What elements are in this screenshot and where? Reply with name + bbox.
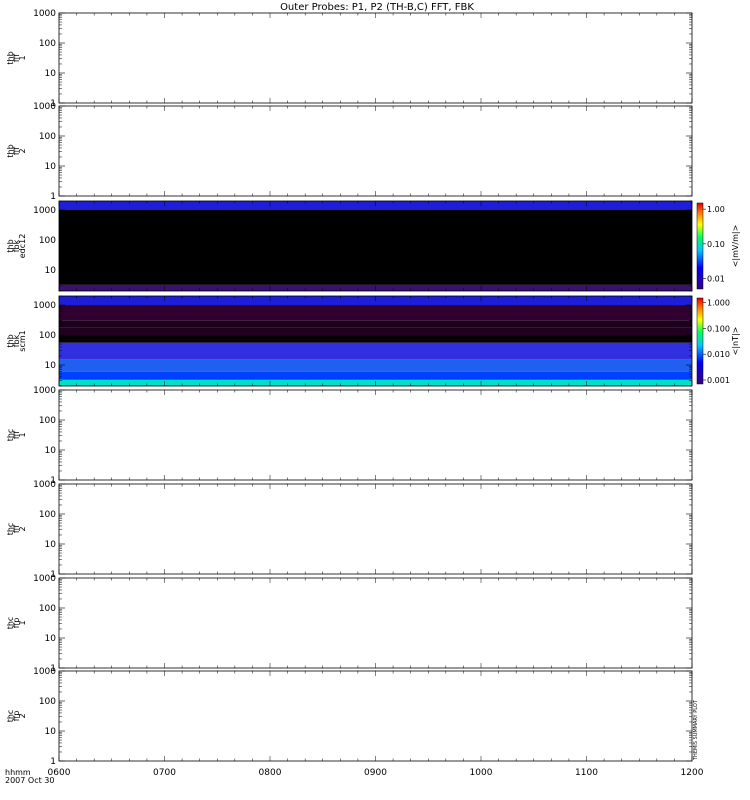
heatmap-band — [59, 327, 692, 336]
colorbar-tick-label: 1.00 — [707, 205, 725, 214]
heatmap-band — [59, 359, 692, 372]
y-tick-label: 1000 — [33, 574, 56, 584]
x-tick-label: 1200 — [681, 768, 704, 778]
y-tick-label: 100 — [39, 510, 56, 520]
panel-frame — [58, 670, 693, 762]
x-axis: 0600 0700 0800 0900 1000 1100 1200 — [48, 768, 704, 778]
colorbar-tick-label: 0.001 — [707, 376, 730, 385]
summary-plot: Outer Probes: P1, P2 (TH-B,C) FFT, FBK 1… — [5, 2, 740, 785]
panel-5: 1101001000thcfff1 — [6, 386, 693, 486]
x-tick-label: 0800 — [259, 768, 282, 778]
plot-title: Outer Probes: P1, P2 (TH-B,C) FFT, FBK — [280, 2, 474, 13]
y-tick-label: 1 — [50, 192, 56, 202]
y-tick-label: 10 — [45, 361, 57, 371]
colorbar-tick-label: 0.10 — [707, 240, 725, 249]
y-axis-label: edc12 — [18, 234, 27, 259]
y-tick-label: 10 — [45, 266, 57, 276]
x-tick-label: 0700 — [153, 768, 176, 778]
y-tick-label: 100 — [39, 39, 56, 49]
heatmap-band — [59, 371, 692, 380]
heatmap-band — [59, 305, 692, 321]
y-axis-label: scm1 — [18, 330, 27, 351]
panel-2: 1101001000thbfff2 — [6, 102, 693, 202]
panel-frame — [58, 12, 693, 104]
y-tick-label: 1000 — [33, 206, 56, 216]
heatmap-band — [59, 342, 692, 360]
panel-frame — [58, 483, 693, 575]
x-tick-label: 1100 — [575, 768, 598, 778]
heatmap-band — [59, 210, 692, 285]
y-tick-label: 100 — [39, 697, 56, 707]
colorbar-scale — [696, 202, 704, 290]
y-tick-label: 100 — [39, 604, 56, 614]
colorbar-scale — [696, 297, 704, 385]
y-tick-label: 10 — [45, 69, 57, 79]
panel-frame — [58, 105, 693, 197]
y-axis-label: 2 — [18, 148, 27, 153]
x-tick-label: 1000 — [470, 768, 493, 778]
y-tick-label: 10 — [45, 446, 57, 456]
panel-7: 1101001000thcffp1 — [6, 574, 693, 674]
colorbar: 0.001 0.010 0.100 1.000 <|nT|> — [696, 297, 740, 385]
y-tick-label: 1000 — [33, 667, 56, 677]
y-tick-label: 10 — [45, 634, 57, 644]
heatmap-band — [59, 335, 692, 343]
y-tick-label: 1000 — [33, 301, 56, 311]
colorbar-label: <|nT|> — [731, 327, 740, 356]
y-axis-label: 2 — [18, 526, 27, 531]
y-tick-label: 10 — [45, 162, 57, 172]
y-tick-label: 1000 — [33, 102, 56, 112]
y-axis-label: 1 — [18, 620, 27, 625]
y-tick-label: 10 — [45, 540, 57, 550]
y-tick-label: 100 — [39, 132, 56, 142]
y-tick-label: 1000 — [33, 480, 56, 490]
heatmap-band — [59, 320, 692, 328]
panel-3: 0.010.101.00<|mV/m|>101001000thbfbkedc12 — [6, 200, 740, 292]
panel-6: 1101001000thcfff2 — [6, 480, 693, 580]
y-tick-label: 10 — [45, 727, 57, 737]
colorbar: 0.01 0.10 1.00 <|mV/m|> — [696, 202, 740, 290]
y-axis-label: 1 — [18, 55, 27, 60]
date-label: 2007 Oct 30 — [5, 776, 54, 785]
y-tick-label: 100 — [39, 416, 56, 426]
y-tick-label: 1000 — [33, 386, 56, 396]
y-axis-label: 1 — [18, 432, 27, 437]
panel-8: 1101001000thcffp2 — [6, 667, 693, 767]
panel-1: 1101001000thbfff1 — [6, 9, 693, 109]
y-tick-label: 1000 — [33, 9, 56, 19]
colorbar-tick-label: 1.000 — [707, 299, 730, 308]
y-tick-label: 100 — [39, 331, 56, 341]
panel-frame — [58, 389, 693, 481]
panel-4: 0.0010.0100.1001.000<|nT|>101001000thbfb… — [6, 295, 740, 387]
panels: 1101001000thbfff11101001000thbfff20.010.… — [6, 9, 740, 767]
colorbar-label: <|mV/m|> — [731, 225, 740, 268]
side-note: THEMIS SUMMARY PLOT — [693, 699, 699, 761]
y-tick-label: 1 — [50, 757, 56, 767]
y-tick-label: 100 — [39, 236, 56, 246]
colorbar-tick-label: 0.010 — [707, 350, 730, 359]
panel-frame — [58, 577, 693, 669]
y-axis-label: 2 — [18, 713, 27, 718]
colorbar-tick-label: 0.100 — [707, 324, 730, 333]
x-tick-label: 0900 — [364, 768, 387, 778]
colorbar-tick-label: 0.01 — [707, 275, 725, 284]
